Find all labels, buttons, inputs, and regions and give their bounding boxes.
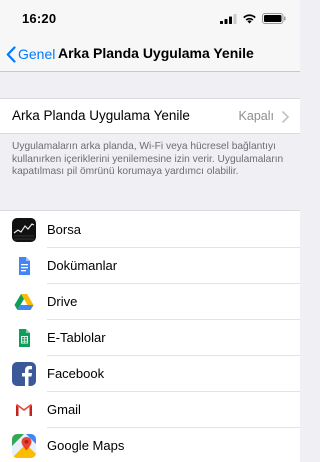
setting-description: Uygulamaların arka planda, Wi-Fi veya hü… — [12, 141, 284, 178]
google-docs-icon — [12, 254, 36, 278]
gmail-icon — [12, 398, 36, 422]
app-name: E-Tablolar — [47, 330, 106, 345]
background-refresh-setting-row[interactable]: Arka Planda Uygulama Yenile Kapalı — [0, 98, 300, 134]
app-row-google-maps[interactable]: Google Maps — [0, 428, 300, 462]
page-title: Arka Planda Uygulama Yenile — [58, 45, 254, 61]
chevron-left-icon — [6, 45, 16, 63]
google-maps-icon — [12, 434, 36, 458]
app-name: Google Maps — [47, 438, 125, 453]
app-name: Dokümanlar — [47, 258, 118, 273]
app-list: Borsa Dokümanlar Drive E-Tablolar Facebo… — [0, 210, 300, 462]
back-button[interactable]: Genel — [6, 44, 55, 64]
status-icons — [220, 12, 286, 24]
app-row-drive[interactable]: Drive — [0, 284, 300, 320]
app-row-e-tablolar[interactable]: E-Tablolar — [0, 320, 300, 356]
app-row-facebook[interactable]: Facebook — [0, 356, 300, 392]
setting-label: Arka Planda Uygulama Yenile — [12, 108, 190, 123]
cellular-signal-icon — [220, 13, 237, 24]
status-time: 16:20 — [22, 11, 57, 26]
stocks-icon — [12, 218, 36, 242]
battery-icon — [262, 12, 286, 24]
app-name: Gmail — [47, 402, 81, 417]
app-name: Borsa — [47, 222, 81, 237]
status-bar: 16:20 — [0, 0, 300, 36]
navigation-bar: Genel Arka Planda Uygulama Yenile — [0, 36, 300, 72]
app-name: Facebook — [47, 366, 105, 381]
app-row-dokumanlar[interactable]: Dokümanlar — [0, 248, 300, 284]
app-row-borsa[interactable]: Borsa — [0, 212, 300, 248]
wifi-icon — [243, 13, 256, 23]
app-name: Drive — [47, 294, 78, 309]
chevron-right-icon — [282, 111, 289, 123]
google-sheets-icon — [12, 326, 36, 350]
app-row-gmail[interactable]: Gmail — [0, 392, 300, 428]
setting-value: Kapalı — [238, 109, 274, 123]
google-drive-icon — [12, 290, 36, 314]
back-button-label: Genel — [18, 46, 56, 62]
facebook-icon — [12, 362, 36, 386]
